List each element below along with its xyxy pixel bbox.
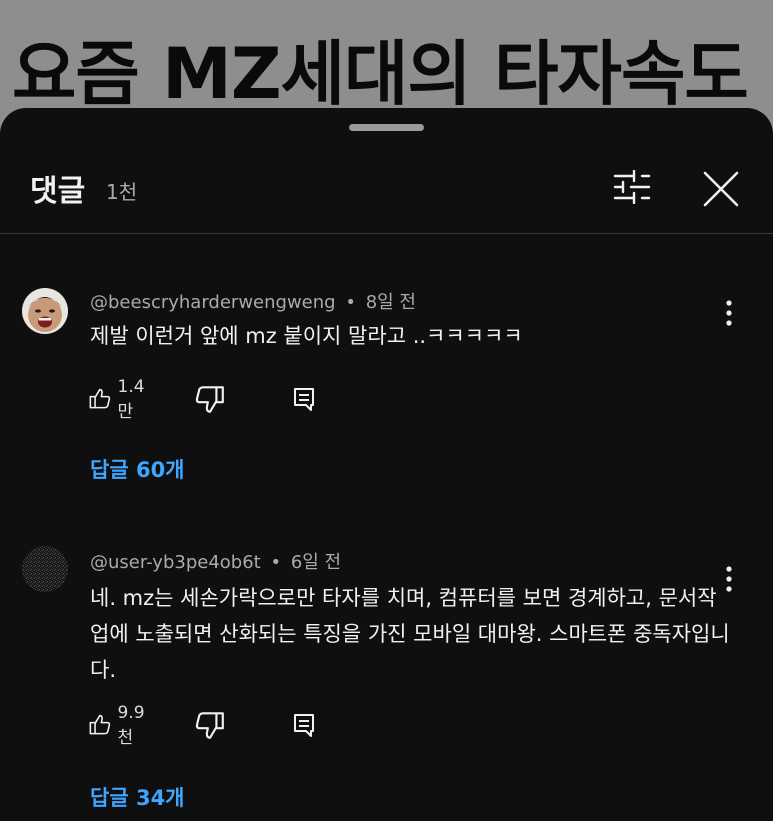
comment-author[interactable]: @user-yb3pe4ob6t <box>90 552 261 573</box>
like-button[interactable]: 9.9천 <box>88 703 151 748</box>
header-divider <box>0 233 773 234</box>
thumbs-up-icon <box>89 714 111 735</box>
reply-icon[interactable] <box>290 709 318 741</box>
comment-meta: @user-yb3pe4ob6t • 6일 전 <box>90 548 341 574</box>
comment-author[interactable]: @beescryharderwengweng <box>90 292 336 313</box>
dislike-button[interactable] <box>194 709 226 741</box>
view-replies-link[interactable]: 답글 60개 <box>90 454 185 484</box>
view-replies-link[interactable]: 답글 34개 <box>90 782 185 812</box>
thumbs-up-icon <box>89 388 111 409</box>
close-icon[interactable] <box>700 168 742 210</box>
comment-meta: @beescryharderwengweng • 8일 전 <box>90 288 416 314</box>
avatar[interactable] <box>22 288 68 334</box>
meta-separator: • <box>270 552 282 573</box>
video-title: 요즘 MZ세대의 타자속도 <box>12 33 749 115</box>
thumbs-down-icon <box>195 386 224 413</box>
sliders-icon[interactable] <box>612 169 652 205</box>
avatar[interactable] <box>22 546 68 592</box>
more-vert-icon[interactable] <box>716 298 742 328</box>
video-title-banner: 요즘 MZ세대의 타자속도 <box>0 0 773 120</box>
comments-title: 댓글 <box>30 174 86 209</box>
comment-text: 네. mz는 세손가락으로만 타자를 치며, 컴퓨터를 보면 경계하고, 문서작… <box>90 586 730 682</box>
dislike-button[interactable] <box>194 383 226 415</box>
like-count: 9.9천 <box>117 702 145 748</box>
reply-icon[interactable] <box>290 383 318 415</box>
meta-separator: • <box>345 292 356 313</box>
comments-count: 1천 <box>106 180 138 204</box>
comment-time: 8일 전 <box>365 292 416 313</box>
like-button[interactable]: 1.4만 <box>88 377 151 422</box>
like-count: 1.4만 <box>117 376 145 422</box>
drag-handle[interactable] <box>349 124 424 131</box>
comment-text: 제발 이런거 앞에 mz 붙이지 말라고 ..ㅋㅋㅋㅋㅋ <box>90 324 523 348</box>
comments-sheet: 댓글 1천 @beescryharderwengweng • 8일 전 제발 이… <box>0 108 773 821</box>
more-vert-icon[interactable] <box>716 564 742 594</box>
comment-time: 6일 전 <box>290 552 342 573</box>
thumbs-down-icon <box>195 712 224 739</box>
